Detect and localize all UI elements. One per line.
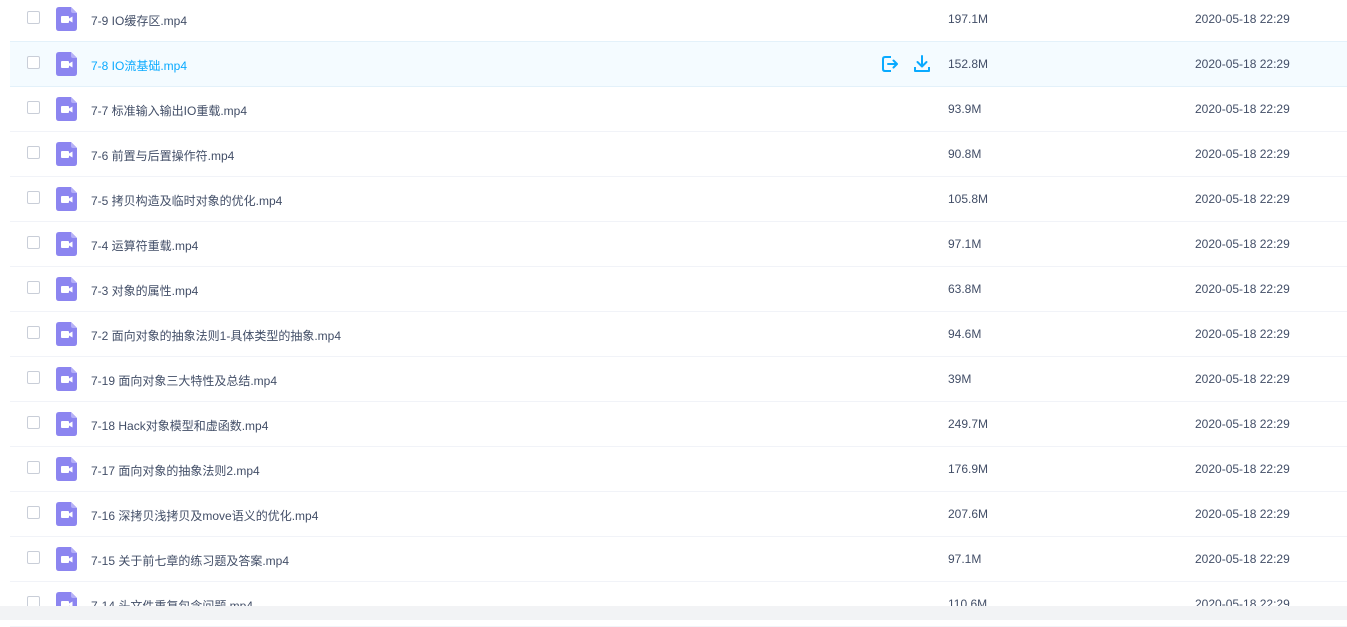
file-row[interactable]: 7-7 标准输入输出IO重载.mp4 93.9M 2020-05-18 22:2… [10, 87, 1347, 132]
file-size: 63.8M [948, 282, 982, 296]
file-modified-time: 2020-05-18 22:29 [1195, 282, 1290, 296]
select-checkbox[interactable] [27, 236, 40, 249]
video-file-icon [56, 52, 77, 76]
file-modified-time: 2020-05-18 22:29 [1195, 12, 1290, 26]
file-modified-time: 2020-05-18 22:29 [1195, 102, 1290, 116]
file-name[interactable]: 7-3 对象的属性.mp4 [91, 282, 198, 299]
file-row[interactable]: 7-2 面向对象的抽象法则1-具体类型的抽象.mp4 94.6M 2020-05… [10, 312, 1347, 357]
video-file-icon [56, 547, 77, 571]
file-modified-time: 2020-05-18 22:29 [1195, 192, 1290, 206]
file-size: 94.6M [948, 327, 982, 341]
file-size: 39M [948, 372, 972, 386]
file-row[interactable]: 7-18 Hack对象模型和虚函数.mp4 249.7M 2020-05-18 … [10, 402, 1347, 447]
file-size: 176.9M [948, 462, 989, 476]
file-row[interactable]: 7-14 头文件重复包含问题.mp4 110.6M 2020-05-18 22:… [10, 582, 1347, 627]
file-list: 7-9 IO缓存区.mp4 197.1M 2020-05-18 22:29 7-… [10, 0, 1347, 627]
file-modified-time: 2020-05-18 22:29 [1195, 552, 1290, 566]
select-checkbox[interactable] [27, 371, 40, 384]
video-file-icon [56, 142, 77, 166]
video-file-icon [56, 277, 77, 301]
file-modified-time: 2020-05-18 22:29 [1195, 57, 1290, 71]
video-file-icon [56, 232, 77, 256]
file-size: 97.1M [948, 237, 982, 251]
download-icon[interactable] [912, 54, 932, 74]
file-row[interactable]: 7-19 面向对象三大特性及总结.mp4 39M 2020-05-18 22:2… [10, 357, 1347, 402]
file-name[interactable]: 7-15 关于前七章的练习题及答案.mp4 [91, 552, 289, 569]
file-modified-time: 2020-05-18 22:29 [1195, 462, 1290, 476]
file-modified-time: 2020-05-18 22:29 [1195, 372, 1290, 386]
select-checkbox[interactable] [27, 11, 40, 24]
file-name[interactable]: 7-4 运算符重载.mp4 [91, 237, 198, 254]
select-checkbox[interactable] [27, 101, 40, 114]
file-modified-time: 2020-05-18 22:29 [1195, 327, 1290, 341]
file-modified-time: 2020-05-18 22:29 [1195, 507, 1290, 521]
video-file-icon [56, 412, 77, 436]
horizontal-scrollbar[interactable] [0, 606, 1347, 620]
video-file-icon [56, 367, 77, 391]
file-size: 97.1M [948, 552, 982, 566]
file-name[interactable]: 7-6 前置与后置操作符.mp4 [91, 147, 234, 164]
file-name[interactable]: 7-5 拷贝构造及临时对象的优化.mp4 [91, 192, 282, 209]
select-checkbox[interactable] [27, 416, 40, 429]
file-row[interactable]: 7-15 关于前七章的练习题及答案.mp4 97.1M 2020-05-18 2… [10, 537, 1347, 582]
file-modified-time: 2020-05-18 22:29 [1195, 237, 1290, 251]
video-file-icon [56, 502, 77, 526]
select-checkbox[interactable] [27, 56, 40, 69]
file-size: 207.6M [948, 507, 989, 521]
file-name[interactable]: 7-18 Hack对象模型和虚函数.mp4 [91, 417, 268, 434]
video-file-icon [56, 187, 77, 211]
file-name[interactable]: 7-17 面向对象的抽象法则2.mp4 [91, 462, 260, 479]
file-name[interactable]: 7-9 IO缓存区.mp4 [91, 12, 187, 29]
file-size: 105.8M [948, 192, 989, 206]
file-modified-time: 2020-05-18 22:29 [1195, 147, 1290, 161]
select-checkbox[interactable] [27, 551, 40, 564]
file-size: 197.1M [948, 12, 989, 26]
file-size: 152.8M [948, 57, 989, 71]
file-name[interactable]: 7-16 深拷贝浅拷贝及move语义的优化.mp4 [91, 507, 318, 524]
row-actions [880, 54, 932, 74]
file-name[interactable]: 7-8 IO流基础.mp4 [91, 57, 187, 74]
file-row[interactable]: 7-17 面向对象的抽象法则2.mp4 176.9M 2020-05-18 22… [10, 447, 1347, 492]
file-name[interactable]: 7-19 面向对象三大特性及总结.mp4 [91, 372, 277, 389]
file-row[interactable]: 7-9 IO缓存区.mp4 197.1M 2020-05-18 22:29 [10, 0, 1347, 42]
file-row[interactable]: 7-16 深拷贝浅拷贝及move语义的优化.mp4 207.6M 2020-05… [10, 492, 1347, 537]
file-row[interactable]: 7-4 运算符重载.mp4 97.1M 2020-05-18 22:29 [10, 222, 1347, 267]
file-name[interactable]: 7-2 面向对象的抽象法则1-具体类型的抽象.mp4 [91, 327, 341, 344]
file-size: 249.7M [948, 417, 989, 431]
file-modified-time: 2020-05-18 22:29 [1195, 417, 1290, 431]
file-row[interactable]: 7-5 拷贝构造及临时对象的优化.mp4 105.8M 2020-05-18 2… [10, 177, 1347, 222]
video-file-icon [56, 322, 77, 346]
file-size: 90.8M [948, 147, 982, 161]
video-file-icon [56, 457, 77, 481]
file-row[interactable]: 7-6 前置与后置操作符.mp4 90.8M 2020-05-18 22:29 [10, 132, 1347, 177]
select-checkbox[interactable] [27, 326, 40, 339]
share-icon[interactable] [880, 54, 900, 74]
select-checkbox[interactable] [27, 146, 40, 159]
file-size: 93.9M [948, 102, 982, 116]
select-checkbox[interactable] [27, 191, 40, 204]
video-file-icon [56, 97, 77, 121]
video-file-icon [56, 7, 77, 31]
file-row[interactable]: 7-3 对象的属性.mp4 63.8M 2020-05-18 22:29 [10, 267, 1347, 312]
file-row[interactable]: 7-8 IO流基础.mp4 152.8M 2020-05-18 22:29 [10, 41, 1347, 87]
select-checkbox[interactable] [27, 461, 40, 474]
select-checkbox[interactable] [27, 281, 40, 294]
file-name[interactable]: 7-7 标准输入输出IO重载.mp4 [91, 102, 247, 119]
select-checkbox[interactable] [27, 506, 40, 519]
